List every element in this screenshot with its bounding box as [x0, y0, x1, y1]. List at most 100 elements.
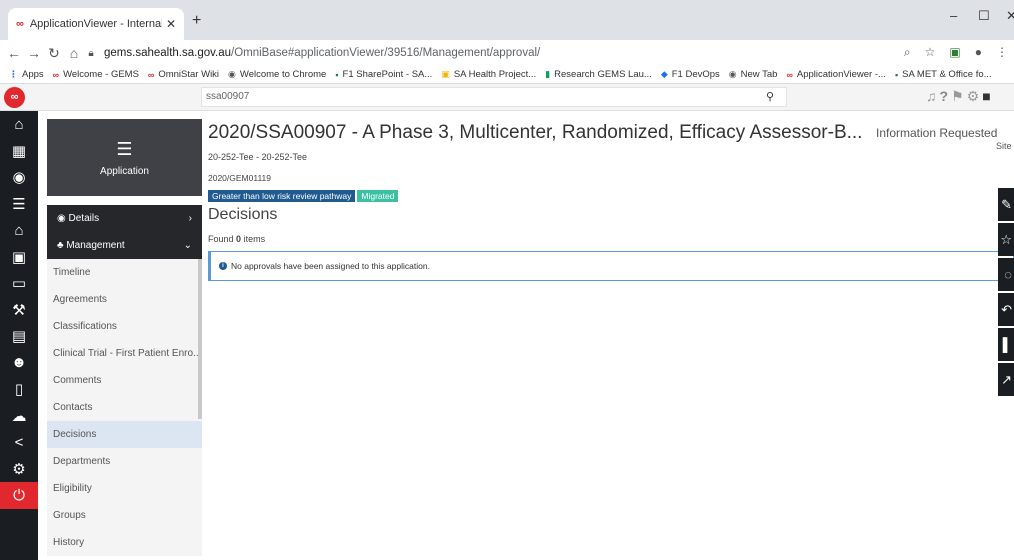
bookmark-star-icon[interactable]: ☆ — [925, 45, 936, 60]
application-label: Application — [100, 166, 149, 177]
info-icon: i — [219, 262, 227, 270]
sidebar-item-management[interactable]: ♣ Management ⌄ — [47, 232, 202, 259]
bookmark-item[interactable]: ⋮ Apps — [9, 69, 44, 80]
power-icon[interactable]: ⏻ — [0, 482, 38, 509]
bookmark-label: Research GEMS Lau... — [554, 69, 652, 80]
url-field[interactable]: gems.sahealth.sa.gov.au/OmniBase#applica… — [104, 47, 540, 59]
search-input[interactable]: ssa00907 ⚲ — [201, 87, 787, 107]
profile-icon[interactable]: ● — [975, 45, 982, 60]
bookmark-item[interactable]: ▪ SA MET & Office fo... — [895, 69, 992, 80]
sidebar-item-eligibility[interactable]: Eligibility — [47, 475, 202, 502]
calendar-check-icon[interactable]: ▣ — [0, 244, 38, 271]
sidebar-item-comments[interactable]: Comments — [47, 367, 202, 394]
right-toolbar: ✎ ☆ ◌ ↶ ▌ ↗ — [998, 188, 1014, 398]
users-icon[interactable]: ☻ — [0, 350, 38, 377]
status-label: Information Requested — [876, 126, 998, 140]
bookmark-item[interactable]: ∞ ApplicationViewer -... — [786, 69, 885, 80]
bookmark-item[interactable]: ▣ SA Health Project... — [441, 69, 536, 80]
share-icon[interactable]: < — [0, 429, 38, 456]
thumbs-up-icon[interactable]: ▌ — [998, 328, 1014, 361]
home-icon[interactable]: ⌂ — [0, 111, 38, 138]
bookmark-label: Apps — [22, 69, 44, 80]
sidebar-nav: ◉ Details › ♣ Management ⌄ Timeline Agree… — [47, 205, 202, 560]
search-icon[interactable]: ⚲ — [766, 90, 774, 103]
minimize-icon[interactable]: – — [950, 8, 957, 23]
sidebar-item-decisions[interactable]: Decisions — [47, 421, 202, 448]
forward-icon[interactable]: → — [24, 45, 44, 61]
settings-icon[interactable]: ⚙ — [967, 88, 980, 105]
sidebar-item-details[interactable]: ◉ Details › — [47, 205, 202, 232]
app-header: ∞ ssa00907 ⚲ ♫ ? ⚑ ⚙ ■ — [0, 84, 1014, 111]
tag-list: Greater than low risk review pathway Mig… — [208, 190, 399, 202]
monitor-icon[interactable]: ▭ — [0, 270, 38, 297]
browser-tab[interactable]: ∞ ApplicationViewer - Internal Port ✕ — [8, 8, 184, 40]
calendar-icon[interactable]: ▦ — [0, 138, 38, 165]
menu-icon[interactable]: ⋮ — [996, 45, 1008, 60]
zoom-icon[interactable]: ⌕ — [904, 45, 911, 60]
tag-migrated: Migrated — [357, 190, 399, 202]
sidebar-item-label: Details — [68, 213, 100, 224]
gems-icon: ∞ — [786, 69, 793, 80]
bookmark-item[interactable]: ◉ Welcome to Chrome — [228, 69, 326, 80]
chrome-icon: ◉ — [728, 69, 737, 79]
sidebar-item-contacts[interactable]: Contacts — [47, 394, 202, 421]
flag-icon: ▮ — [545, 69, 551, 79]
comment-icon[interactable]: ◌ — [998, 258, 1014, 291]
sharepoint-icon: ▪ — [335, 69, 339, 80]
sidebar-item-departments[interactable]: Departments — [47, 448, 202, 475]
sidebar-item-groups[interactable]: Groups — [47, 502, 202, 529]
bookmark-item[interactable]: ▪ F1 SharePoint - SA... — [335, 69, 432, 80]
app-logo-icon[interactable]: ∞ — [4, 87, 25, 108]
application-card[interactable]: ☰ Application — [47, 119, 202, 196]
cogs-icon[interactable]: ⚙ — [0, 456, 38, 483]
flag-icon[interactable]: ⚑ — [951, 88, 964, 105]
bookmark-item[interactable]: ◉ New Tab — [729, 69, 778, 80]
bell-icon[interactable]: ♫ — [926, 88, 937, 105]
maximize-icon[interactable]: ☐ — [978, 8, 990, 24]
close-window-icon[interactable]: ✕ — [1006, 8, 1014, 24]
tool-icon[interactable]: ↗ — [998, 363, 1014, 396]
bookmark-label: New Tab — [740, 69, 778, 80]
new-tab-button[interactable]: + — [192, 12, 201, 30]
chrome-icon: ◉ — [228, 69, 236, 79]
home-icon[interactable]: ⌂ — [64, 45, 84, 61]
reload-icon[interactable]: ↻ — [44, 45, 64, 62]
sitemap-icon: ♣ — [57, 240, 67, 251]
institution-icon[interactable]: ⌂ — [0, 217, 38, 244]
tag-review-pathway: Greater than low risk review pathway — [208, 190, 356, 202]
cloud-icon[interactable]: ☁ — [0, 403, 38, 430]
server-icon: ☰ — [116, 139, 133, 159]
bookmark-item[interactable]: ∞ OmniStar Wiki — [148, 69, 219, 80]
sidebar-item-agreements[interactable]: Agreements — [47, 286, 202, 313]
bookmark-item[interactable]: ▮ Research GEMS Lau... — [545, 69, 652, 80]
application-reference: 20-252-Tee - 20-252-Tee — [208, 152, 308, 162]
sidebar-item-classifications[interactable]: Classifications — [47, 313, 202, 340]
help-icon[interactable]: ? — [940, 88, 949, 105]
application-icon[interactable]: ☰ — [0, 191, 38, 218]
document-icon[interactable]: ▯ — [0, 376, 38, 403]
undo-icon[interactable]: ↶ — [998, 293, 1014, 326]
edit-icon[interactable]: ✎ — [998, 188, 1014, 221]
sharepoint-icon: ▪ — [894, 69, 899, 80]
star-icon[interactable]: ☆ — [998, 223, 1014, 256]
bookmark-item[interactable]: ∞ Welcome - GEMS — [53, 69, 139, 80]
close-tab-icon[interactable]: ✕ — [166, 17, 176, 31]
sidebar-item-clinical-trial-first-patient-enro[interactable]: Clinical Trial - First Patient Enro... — [47, 340, 202, 367]
gems-icon: ∞ — [52, 69, 60, 80]
apps-icon: ⋮ — [9, 69, 18, 79]
bookmark-item[interactable]: ◆ F1 DevOps — [661, 69, 720, 80]
id-card-icon[interactable]: ▤ — [0, 323, 38, 350]
user-icon[interactable]: ■ — [982, 88, 990, 105]
found-suffix: items — [243, 234, 266, 244]
gavel-icon[interactable]: ⚒ — [0, 297, 38, 324]
chevron-down-icon: ⌄ — [183, 240, 192, 251]
browser-tab-strip: ∞ ApplicationViewer - Internal Port ✕ + … — [0, 0, 1014, 40]
sidebar-scrollbar[interactable] — [198, 259, 202, 419]
gems-number: 2020/GEM01119 — [208, 173, 272, 183]
page-title: 2020/SSA00907 - A Phase 3, Multicenter, … — [208, 122, 863, 143]
extension-icon[interactable]: ▣ — [949, 45, 960, 60]
back-icon[interactable]: ← — [4, 45, 24, 61]
dashboard-icon[interactable]: ◉ — [0, 164, 38, 191]
sidebar-item-timeline[interactable]: Timeline — [47, 259, 202, 286]
sidebar-item-history[interactable]: History — [47, 529, 202, 556]
